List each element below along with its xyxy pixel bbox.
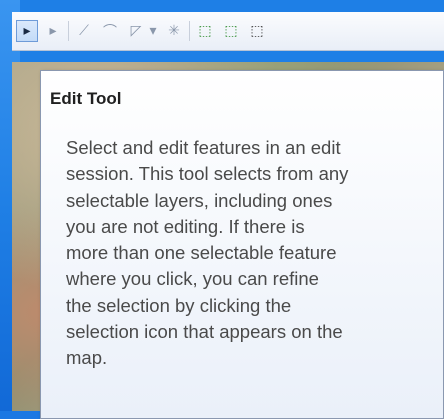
edit-annotation-tool-button[interactable]: ▸: [42, 20, 64, 42]
tooltip: Edit Tool Select and edit features in an…: [40, 70, 444, 419]
tooltip-line: selectable layers, including ones: [66, 189, 333, 211]
edit-vertices-button[interactable]: ⬚: [194, 20, 216, 42]
toolbar-separator: [189, 21, 190, 41]
split-tool-icon: ⬚: [250, 23, 264, 39]
reshape-feature-button[interactable]: ⬚: [220, 20, 242, 42]
straight-segment-icon: ⟋: [79, 23, 89, 39]
editor-toolbar: ▸ ▸ ⟋ ⌒ ◸ ▾ ✳ ⬚ ⬚ ⬚: [12, 12, 444, 51]
tooltip-line: the selection by clicking the: [66, 294, 292, 316]
straight-segment-button[interactable]: ⟋: [73, 20, 95, 42]
toolbar-separator: [68, 21, 69, 41]
edit-annotation-tool-icon: ▸: [49, 23, 57, 39]
cut-polygons-icon: ✳: [168, 23, 180, 39]
tooltip-line: more than one selectable feature: [66, 242, 337, 264]
tooltip-description: Select and edit features in an edit sess…: [66, 135, 436, 372]
cut-polygons-button[interactable]: ✳: [163, 20, 185, 42]
end-point-arc-icon: ⌒: [103, 24, 117, 40]
edit-tool-icon: ▸: [23, 23, 31, 39]
tooltip-line: where you click, you can refine: [66, 268, 319, 290]
reshape-feature-icon: ⬚: [224, 23, 238, 39]
tooltip-title: Edit Tool: [50, 89, 122, 108]
construction-tools-icon: ◸: [130, 23, 142, 39]
construction-tools-button[interactable]: ◸: [125, 20, 147, 42]
end-point-arc-button[interactable]: ⌒: [99, 20, 121, 42]
edit-vertices-icon: ⬚: [198, 23, 212, 39]
tooltip-line: Select and edit features in an edit: [66, 137, 341, 158]
edit-tool-button[interactable]: ▸: [16, 20, 38, 42]
construction-dropdown-icon: ▾: [149, 23, 157, 39]
tooltip-line: you are not editing. If there is: [66, 215, 305, 237]
tooltip-line: session. This tool selects from any: [66, 163, 349, 185]
split-tool-button[interactable]: ⬚: [246, 20, 268, 42]
tooltip-line: selection icon that appears on the: [66, 321, 343, 343]
tooltip-line: map.: [66, 347, 108, 369]
construction-dropdown-button[interactable]: ▾: [147, 20, 159, 42]
